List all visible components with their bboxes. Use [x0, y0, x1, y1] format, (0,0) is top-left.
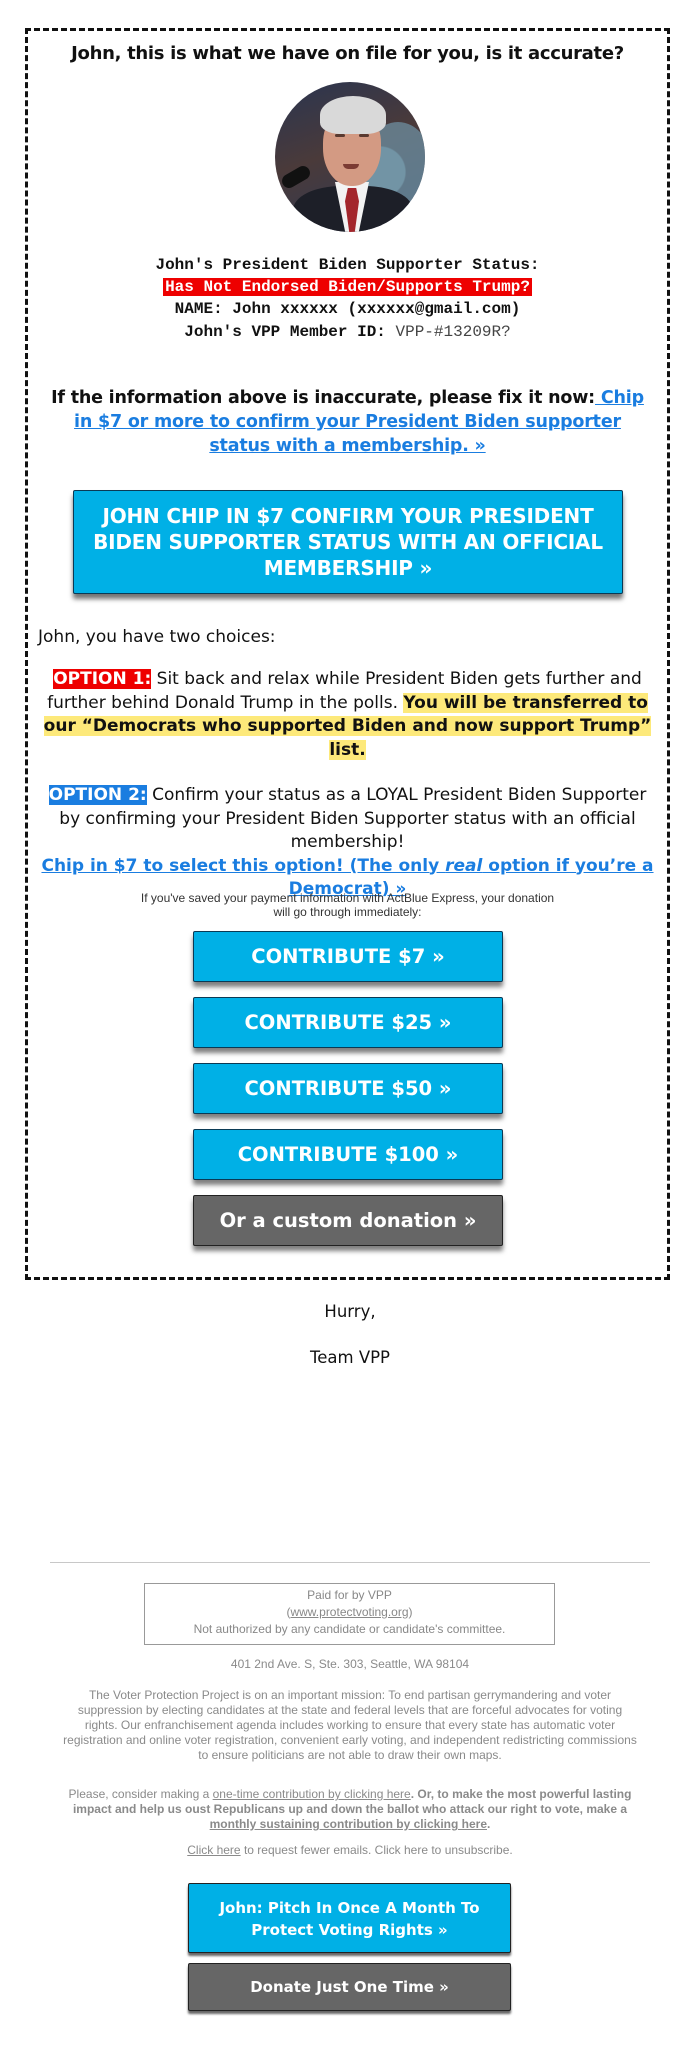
- option-2-link-italic: real: [445, 855, 483, 876]
- member-id-label: John's VPP Member ID:: [184, 323, 396, 341]
- headline: John, this is what we have on file for y…: [71, 43, 624, 64]
- confirm-membership-button[interactable]: JOHN CHIP IN $7 CONFIRM YOUR PRESIDENT B…: [73, 490, 623, 594]
- member-id-value: VPP-#13209R?: [395, 323, 511, 341]
- fix-info-text: If the information above is inaccurate, …: [51, 388, 595, 408]
- microphone-icon: [279, 163, 313, 191]
- actblue-note-line1: If you've saved your payment information…: [140, 891, 555, 905]
- custom-donation-button[interactable]: Or a custom donation »: [193, 1195, 503, 1246]
- fix-info-paragraph: If the information above is inaccurate, …: [44, 386, 651, 458]
- profile-card: John, this is what we have on file for y…: [25, 28, 670, 1280]
- status-label: John's President Biden Supporter Status:: [155, 256, 540, 274]
- monthly-contribution-link[interactable]: monthly sustaining contribution by click…: [210, 1817, 487, 1831]
- name-line: NAME: John xxxxxx (xxxxxx@gmail.com): [174, 300, 521, 318]
- option-1: OPTION 1: Sit back and relax while Presi…: [36, 668, 659, 762]
- paren-close: ): [408, 1605, 413, 1619]
- option-2-link-part1: Chip in $7 to select this option! (The o…: [41, 855, 446, 876]
- website-link[interactable]: www.protectvoting.org: [290, 1605, 408, 1619]
- choices-intro: John, you have two choices:: [38, 627, 276, 647]
- footer-divider: [50, 1562, 650, 1563]
- website-line: (www.protectvoting.org): [145, 1604, 554, 1621]
- contribute-7-button[interactable]: CONTRIBUTE $7 »: [193, 931, 503, 982]
- consider-end: .: [487, 1817, 491, 1831]
- monthly-donation-button[interactable]: John: Pitch In Once A Month To Protect V…: [188, 1883, 511, 1953]
- signoff-team: Team VPP: [309, 1348, 391, 1367]
- paid-for-text: Paid for by VPP: [307, 1588, 392, 1602]
- actblue-note-line2: will go through immediately:: [273, 905, 422, 919]
- signoff-hurry: Hurry,: [324, 1302, 376, 1321]
- member-id-line: John's VPP Member ID: VPP-#13209R?: [28, 321, 667, 343]
- option-2-tag: OPTION 2:: [48, 785, 147, 805]
- consider-pre: Please, consider making a: [68, 1787, 213, 1801]
- option-1-tag: OPTION 1:: [53, 669, 152, 689]
- candidate-photo: [275, 82, 425, 232]
- actblue-note: If you've saved your payment information…: [28, 891, 667, 919]
- contribute-50-button[interactable]: CONTRIBUTE $50 »: [193, 1063, 503, 1114]
- email-preferences: Click here to request fewer emails. Clic…: [60, 1843, 640, 1858]
- one-time-contribution-link[interactable]: one-time contribution by clicking here: [213, 1787, 411, 1801]
- address: 401 2nd Ave. S, Ste. 303, Seattle, WA 98…: [230, 1657, 470, 1671]
- paid-for-box: Paid for by VPP (www.protectvoting.org) …: [144, 1583, 555, 1645]
- option-2: OPTION 2: Confirm your status as a LOYAL…: [36, 784, 659, 902]
- contribute-100-button[interactable]: CONTRIBUTE $100 »: [193, 1129, 503, 1180]
- mission-statement: The Voter Protection Project is on an im…: [63, 1688, 637, 1762]
- one-time-donation-button[interactable]: Donate Just One Time »: [188, 1963, 511, 2011]
- unsubscribe-text: to request fewer emails. Click here to u…: [240, 1843, 513, 1857]
- status-value: Has Not Endorsed Biden/Supports Trump?: [28, 276, 667, 298]
- consider-paragraph: Please, consider making a one-time contr…: [60, 1787, 640, 1832]
- not-authorized-text: Not authorized by any candidate or candi…: [193, 1622, 506, 1636]
- contribute-25-button[interactable]: CONTRIBUTE $25 »: [193, 997, 503, 1048]
- fewer-emails-link[interactable]: Click here: [187, 1843, 240, 1857]
- option-2-text: Confirm your status as a LOYAL President…: [59, 785, 647, 852]
- status-badge: Has Not Endorsed Biden/Supports Trump?: [163, 278, 532, 296]
